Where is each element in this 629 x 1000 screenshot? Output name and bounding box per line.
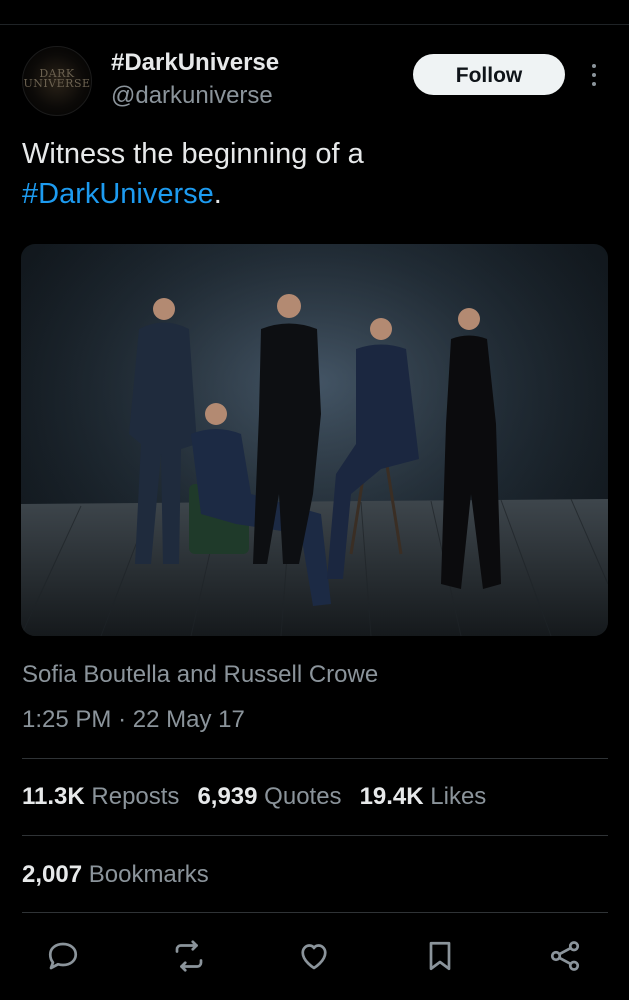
tweet-time: 1:25 PM — [22, 706, 112, 733]
tweet-text-body: Witness the beginning of a — [22, 138, 364, 170]
engagement-stats: 11.3K Reposts 6,939 Quotes 19.4K Likes — [22, 783, 504, 811]
avatar[interactable]: DARK UNIVERSE — [22, 46, 92, 116]
quotes-label: Quotes — [264, 783, 342, 810]
divider — [22, 835, 608, 836]
likes-stat[interactable]: 19.4K Likes — [360, 783, 487, 810]
tweet-image[interactable] — [21, 244, 608, 636]
reposts-count: 11.3K — [22, 783, 85, 810]
user-handle[interactable]: @darkuniverse — [111, 82, 273, 110]
time-separator: · — [118, 706, 127, 733]
reply-icon[interactable] — [45, 938, 81, 974]
like-icon[interactable] — [296, 938, 332, 974]
top-divider — [0, 24, 629, 25]
likes-count: 19.4K — [359, 783, 424, 810]
display-name[interactable]: #DarkUniverse — [111, 49, 279, 77]
bookmarks-stat[interactable]: 2,007 Bookmarks — [22, 861, 209, 889]
divider — [22, 758, 608, 759]
quotes-count: 6,939 — [197, 783, 258, 810]
reposts-stat[interactable]: 11.3K Reposts — [22, 783, 179, 810]
repost-icon[interactable] — [171, 938, 207, 974]
more-vertical-icon[interactable] — [582, 60, 606, 90]
divider — [22, 912, 608, 913]
bookmarks-label: Bookmarks — [88, 861, 209, 888]
bookmark-icon[interactable] — [422, 938, 458, 974]
image-caption[interactable]: Sofia Boutella and Russell Crowe — [22, 661, 378, 689]
bookmarks-count: 2,007 — [22, 861, 83, 888]
tweet-text-end: . — [213, 178, 222, 210]
share-icon[interactable] — [547, 938, 583, 974]
follow-button[interactable]: Follow — [413, 54, 565, 95]
quotes-stat[interactable]: 6,939 Quotes — [197, 783, 341, 810]
cast-photo — [21, 244, 608, 636]
tweet-text: Witness the beginning of a #DarkUniverse… — [22, 134, 607, 214]
hashtag-link[interactable]: #DarkUniverse — [22, 178, 214, 210]
tweet-date: 22 May 17 — [132, 706, 245, 733]
reposts-label: Reposts — [91, 783, 180, 810]
timestamp[interactable]: 1:25 PM · 22 May 17 — [22, 706, 245, 734]
dark-universe-logo-icon: DARK UNIVERSE — [23, 67, 91, 90]
likes-label: Likes — [430, 783, 487, 810]
